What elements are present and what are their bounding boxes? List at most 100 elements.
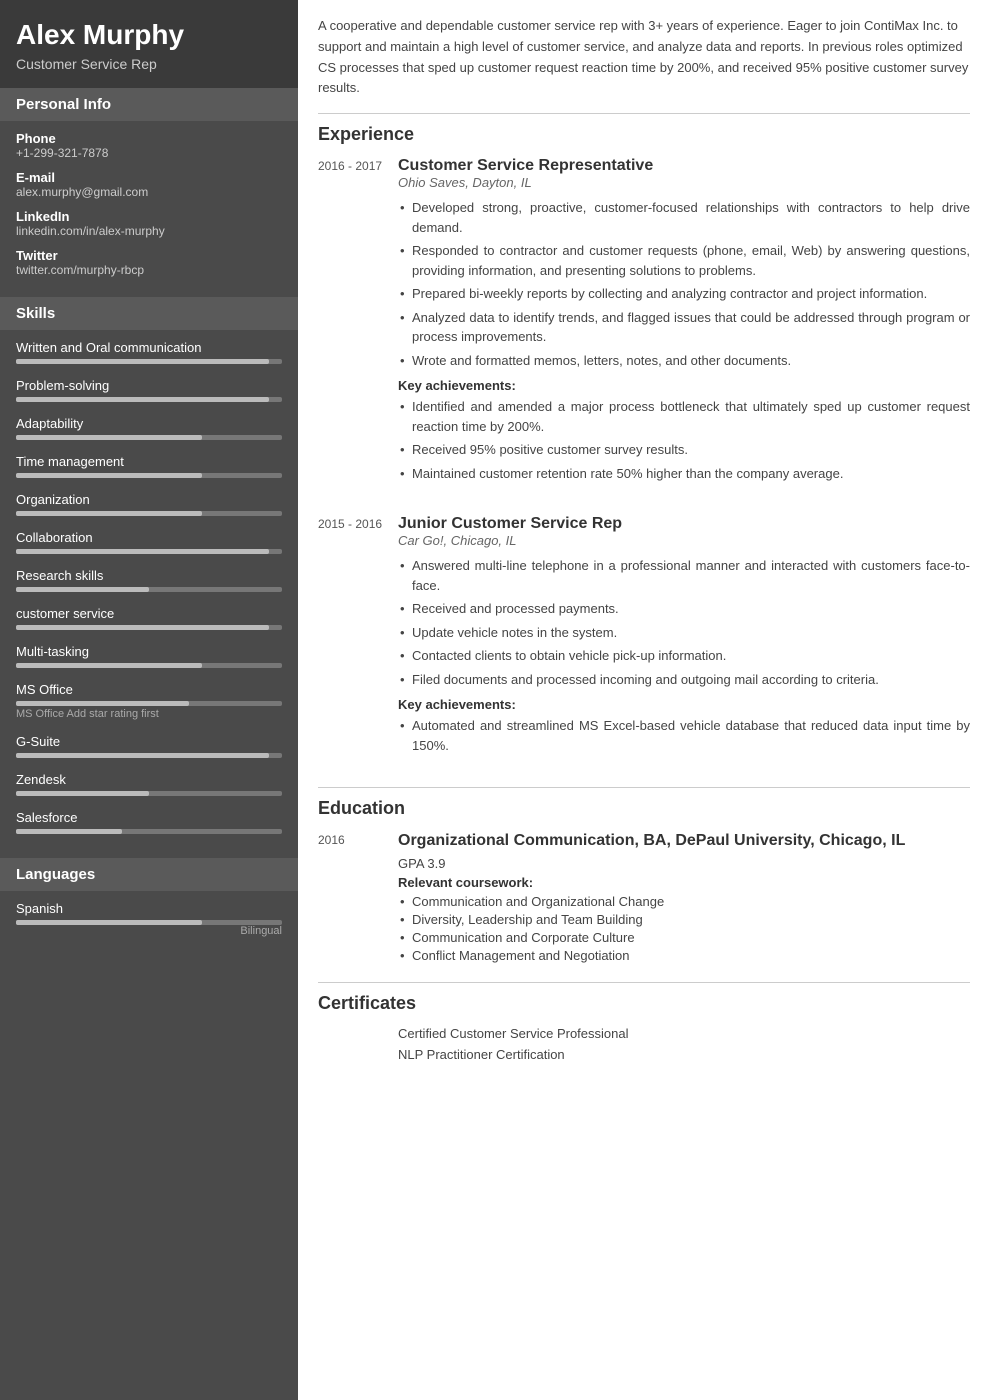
skill-bar-fill	[16, 359, 269, 364]
personal-info-section-title: Personal Info	[0, 88, 298, 121]
education-container: 2016 Organizational Communication, BA, D…	[318, 831, 970, 966]
skill-name: Written and Oral communication	[16, 340, 282, 355]
skill-item: Time management	[16, 454, 282, 478]
skill-bar-fill	[16, 753, 269, 758]
divider-education	[318, 787, 970, 788]
coursework-item: Conflict Management and Negotiation	[398, 948, 970, 963]
divider-certificates	[318, 982, 970, 983]
skill-bar-fill	[16, 701, 189, 706]
skill-name: Organization	[16, 492, 282, 507]
skill-bar-fill	[16, 625, 269, 630]
skill-bar-fill	[16, 435, 202, 440]
linkedin-info: LinkedIn linkedin.com/in/alex-murphy	[16, 209, 282, 238]
email-value: alex.murphy@gmail.com	[16, 185, 282, 199]
lang-bar-fill	[16, 920, 202, 925]
achievement-bullet: Maintained customer retention rate 50% h…	[398, 464, 970, 484]
exp-bullet: Update vehicle notes in the system.	[398, 623, 970, 643]
experience-block: 2015 - 2016 Junior Customer Service Rep …	[318, 515, 970, 763]
exp-date: 2015 - 2016	[318, 515, 398, 763]
exp-content: Junior Customer Service Rep Car Go!, Chi…	[398, 515, 970, 763]
skill-item: Salesforce	[16, 810, 282, 834]
exp-content: Customer Service Representative Ohio Sav…	[398, 157, 970, 491]
exp-bullet: Developed strong, proactive, customer-fo…	[398, 198, 970, 237]
exp-date: 2016 - 2017	[318, 157, 398, 491]
sidebar: Alex Murphy Customer Service Rep Persona…	[0, 0, 298, 1400]
edu-content: Organizational Communication, BA, DePaul…	[398, 831, 970, 966]
key-achievements-title: Key achievements:	[398, 697, 970, 712]
skill-name: MS Office	[16, 682, 282, 697]
exp-bullet: Analyzed data to identify trends, and fl…	[398, 308, 970, 347]
exp-bullet: Answered multi-line telephone in a profe…	[398, 556, 970, 595]
coursework-item: Diversity, Leadership and Team Building	[398, 912, 970, 927]
exp-bullet: Wrote and formatted memos, letters, note…	[398, 351, 970, 371]
skill-bar-fill	[16, 511, 202, 516]
linkedin-label: LinkedIn	[16, 209, 282, 224]
skills-content: Written and Oral communication Problem-s…	[0, 330, 298, 858]
skill-name: Time management	[16, 454, 282, 469]
skill-name: Multi-tasking	[16, 644, 282, 659]
exp-company: Car Go!, Chicago, IL	[398, 533, 970, 548]
skill-bar-bg	[16, 359, 282, 364]
summary-text: A cooperative and dependable customer se…	[318, 16, 970, 99]
personal-info-content: Phone +1-299-321-7878 E-mail alex.murphy…	[0, 121, 298, 297]
cert-date-placeholder	[318, 1026, 398, 1068]
skill-bar-fill	[16, 829, 122, 834]
exp-bullet: Contacted clients to obtain vehicle pick…	[398, 646, 970, 666]
experience-title: Experience	[318, 124, 970, 145]
skill-bar-bg	[16, 397, 282, 402]
skill-name: Problem-solving	[16, 378, 282, 393]
skill-item: Multi-tasking	[16, 644, 282, 668]
skill-name: Research skills	[16, 568, 282, 583]
languages-section-title: Languages	[0, 858, 298, 891]
skill-bar-fill	[16, 587, 149, 592]
exp-bullet: Responded to contractor and customer req…	[398, 241, 970, 280]
exp-bullet: Filed documents and processed incoming a…	[398, 670, 970, 690]
twitter-info: Twitter twitter.com/murphy-rbcp	[16, 248, 282, 277]
skill-item: Zendesk	[16, 772, 282, 796]
main-content: A cooperative and dependable customer se…	[298, 0, 990, 1400]
lang-name: Spanish	[16, 901, 282, 916]
edu-gpa: GPA 3.9	[398, 856, 970, 871]
coursework-item: Communication and Corporate Culture	[398, 930, 970, 945]
education-block: 2016 Organizational Communication, BA, D…	[318, 831, 970, 966]
skill-bar-bg	[16, 829, 282, 834]
phone-value: +1-299-321-7878	[16, 146, 282, 160]
skill-item: customer service	[16, 606, 282, 630]
skill-bar-bg	[16, 791, 282, 796]
skill-bar-bg	[16, 473, 282, 478]
languages-content: Spanish Bilingual	[0, 891, 298, 961]
email-label: E-mail	[16, 170, 282, 185]
phone-label: Phone	[16, 131, 282, 146]
skill-item: Written and Oral communication	[16, 340, 282, 364]
skill-name: G-Suite	[16, 734, 282, 749]
skill-item: Adaptability	[16, 416, 282, 440]
divider-experience	[318, 113, 970, 114]
experience-container: 2016 - 2017 Customer Service Representat…	[318, 157, 970, 763]
skill-item: Collaboration	[16, 530, 282, 554]
skill-bar-fill	[16, 473, 202, 478]
edu-coursework-title: Relevant coursework:	[398, 875, 970, 890]
achievements-bullets: Automated and streamlined MS Excel-based…	[398, 716, 970, 755]
skill-item: Research skills	[16, 568, 282, 592]
skill-bar-bg	[16, 549, 282, 554]
skill-bar-bg	[16, 663, 282, 668]
lang-level: Bilingual	[16, 925, 282, 937]
achievement-bullet: Identified and amended a major process b…	[398, 397, 970, 436]
cert-item: NLP Practitioner Certification	[398, 1047, 970, 1062]
exp-job-title: Customer Service Representative	[398, 157, 970, 175]
skill-bar-fill	[16, 397, 269, 402]
sidebar-header: Alex Murphy Customer Service Rep	[0, 0, 298, 88]
experience-block: 2016 - 2017 Customer Service Representat…	[318, 157, 970, 491]
key-achievements-title: Key achievements:	[398, 378, 970, 393]
exp-company: Ohio Saves, Dayton, IL	[398, 175, 970, 190]
skill-name: Collaboration	[16, 530, 282, 545]
skill-bar-bg	[16, 753, 282, 758]
skill-name: Salesforce	[16, 810, 282, 825]
edu-bullets: Communication and Organizational Change D…	[398, 894, 970, 963]
education-title: Education	[318, 798, 970, 819]
skill-bar-bg	[16, 625, 282, 630]
skill-bar-bg	[16, 701, 282, 706]
coursework-item: Communication and Organizational Change	[398, 894, 970, 909]
skill-bar-bg	[16, 587, 282, 592]
skill-name: Zendesk	[16, 772, 282, 787]
